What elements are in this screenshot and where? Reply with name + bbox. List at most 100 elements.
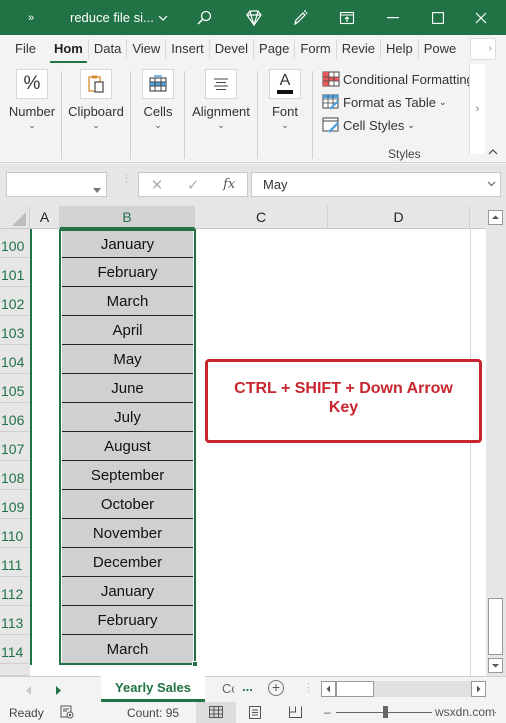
expand-formula-bar-icon[interactable] — [487, 173, 496, 196]
tab-help[interactable]: Help — [381, 39, 419, 59]
ribbon-display-icon[interactable] — [337, 0, 357, 35]
column-header-d[interactable]: D — [328, 206, 470, 229]
premium-diamond-icon[interactable] — [244, 0, 264, 35]
accessibility-icon[interactable] — [60, 705, 74, 722]
tab-power-pivot[interactable]: Powe — [419, 39, 462, 59]
row-header[interactable]: 104 — [0, 345, 30, 374]
cell-b[interactable]: June — [62, 374, 193, 403]
draw-pen-icon[interactable] — [290, 0, 310, 35]
cell-styles-button[interactable]: Cell Styles ⌄ — [322, 117, 415, 133]
tab-formulas[interactable]: Form — [295, 39, 337, 59]
scroll-left-button[interactable] — [321, 681, 336, 697]
zoom-out-button[interactable]: – — [324, 705, 331, 719]
row-header[interactable]: 110 — [0, 519, 30, 548]
formula-input[interactable]: May — [251, 172, 501, 197]
cell-b[interactable]: April — [62, 316, 193, 345]
cell-b[interactable]: February — [62, 606, 193, 635]
cell-b[interactable]: August — [62, 432, 193, 461]
row-header[interactable]: 108 — [0, 461, 30, 490]
page-break-view-button[interactable] — [289, 706, 302, 721]
normal-view-button[interactable] — [196, 702, 236, 723]
horizontal-scrollbar[interactable] — [321, 681, 486, 697]
name-box[interactable] — [6, 172, 107, 197]
alignment-group-button[interactable]: Alignment ⌄ — [192, 69, 250, 131]
vertical-scrollbar[interactable] — [486, 206, 506, 676]
cell-c-d[interactable] — [195, 461, 470, 490]
cell-b[interactable]: March — [62, 287, 193, 316]
row-header[interactable]: 102 — [0, 287, 30, 316]
cell-c-d[interactable] — [195, 548, 470, 577]
close-button[interactable] — [466, 0, 496, 35]
row-header[interactable] — [0, 664, 30, 676]
cell-b[interactable]: November — [62, 519, 193, 548]
share-button-partial[interactable]: › — [470, 38, 496, 60]
number-group-button[interactable]: % Number ⌄ — [8, 69, 56, 131]
cell-b[interactable]: January — [62, 577, 193, 606]
column-header-c[interactable]: C — [195, 206, 328, 229]
cell-c-d[interactable] — [195, 316, 470, 345]
clipboard-group-button[interactable]: Clipboard ⌄ — [68, 69, 124, 131]
page-layout-view-button[interactable] — [249, 706, 261, 722]
cell-b[interactable]: May — [62, 345, 193, 374]
scroll-right-button[interactable] — [471, 681, 486, 697]
sheet-tab-next[interactable]: Cc — [222, 681, 234, 696]
cell-c-d[interactable] — [195, 490, 470, 519]
cell-c-d[interactable] — [195, 577, 470, 606]
font-group-button[interactable]: A Font ⌄ — [268, 69, 302, 131]
tab-data[interactable]: Data — [89, 39, 128, 59]
row-header[interactable]: 100 — [0, 229, 30, 258]
cell-c-d[interactable] — [195, 635, 470, 664]
ribbon-scroll-right-button[interactable]: › — [469, 64, 485, 154]
cell-c-d[interactable] — [195, 606, 470, 635]
document-title[interactable]: reduce file si... — [70, 0, 168, 35]
cell-a[interactable] — [30, 432, 60, 461]
column-header-b[interactable]: B — [60, 206, 195, 229]
cell-a[interactable] — [30, 548, 60, 577]
cell-b[interactable]: July — [62, 403, 193, 432]
row-header[interactable]: 107 — [0, 432, 30, 461]
zoom-slider-thumb[interactable] — [383, 706, 388, 718]
cell-a[interactable] — [30, 403, 60, 432]
cell-c-d[interactable] — [195, 258, 470, 287]
row-header[interactable]: 113 — [0, 606, 30, 635]
select-all-button[interactable] — [0, 206, 30, 229]
column-header-a[interactable]: A — [30, 206, 60, 229]
cell-c-d[interactable] — [195, 519, 470, 548]
tab-developer[interactable]: Devel — [210, 39, 255, 59]
row-header[interactable]: 103 — [0, 316, 30, 345]
tab-page-layout[interactable]: Page — [254, 39, 296, 59]
maximize-button[interactable] — [424, 0, 452, 35]
cancel-icon[interactable]: ✕ — [151, 176, 164, 194]
cell-a[interactable] — [30, 606, 60, 635]
scroll-down-button[interactable] — [488, 658, 503, 673]
cell-b[interactable]: December — [62, 548, 193, 577]
enter-icon[interactable]: ✓ — [187, 176, 200, 194]
cell-c-d[interactable] — [195, 229, 470, 258]
tab-file[interactable]: File — [10, 39, 41, 59]
tab-review[interactable]: Revie — [337, 39, 381, 59]
cell-a[interactable] — [30, 287, 60, 316]
prev-sheet-button[interactable] — [26, 684, 32, 698]
next-sheet-button[interactable] — [56, 684, 62, 698]
cell-c-d[interactable] — [195, 287, 470, 316]
scroll-up-button[interactable] — [488, 210, 503, 225]
scroll-thumb[interactable] — [488, 598, 503, 655]
add-sheet-button[interactable]: + — [268, 680, 284, 696]
insert-function-icon[interactable]: fx — [223, 177, 235, 192]
cell-a[interactable] — [30, 258, 60, 287]
row-header[interactable]: 114 — [0, 635, 30, 664]
formula-bar-resize-handle[interactable]: ⋮ — [121, 174, 132, 185]
tab-view[interactable]: View — [127, 39, 167, 59]
chevron-down-icon[interactable] — [93, 182, 101, 196]
cell-a[interactable] — [30, 490, 60, 519]
cell-a[interactable] — [30, 374, 60, 403]
cell-b[interactable]: March — [62, 635, 193, 664]
row-header[interactable]: 105 — [0, 374, 30, 403]
row-header[interactable]: 111 — [0, 548, 30, 577]
row-header[interactable]: 101 — [0, 258, 30, 287]
fill-handle[interactable] — [192, 661, 198, 667]
horizontal-scroll-thumb[interactable] — [336, 681, 374, 697]
cells-group-button[interactable]: Cells ⌄ — [140, 69, 176, 131]
minimize-button[interactable] — [378, 0, 408, 35]
tab-home[interactable]: Hom — [49, 39, 89, 64]
